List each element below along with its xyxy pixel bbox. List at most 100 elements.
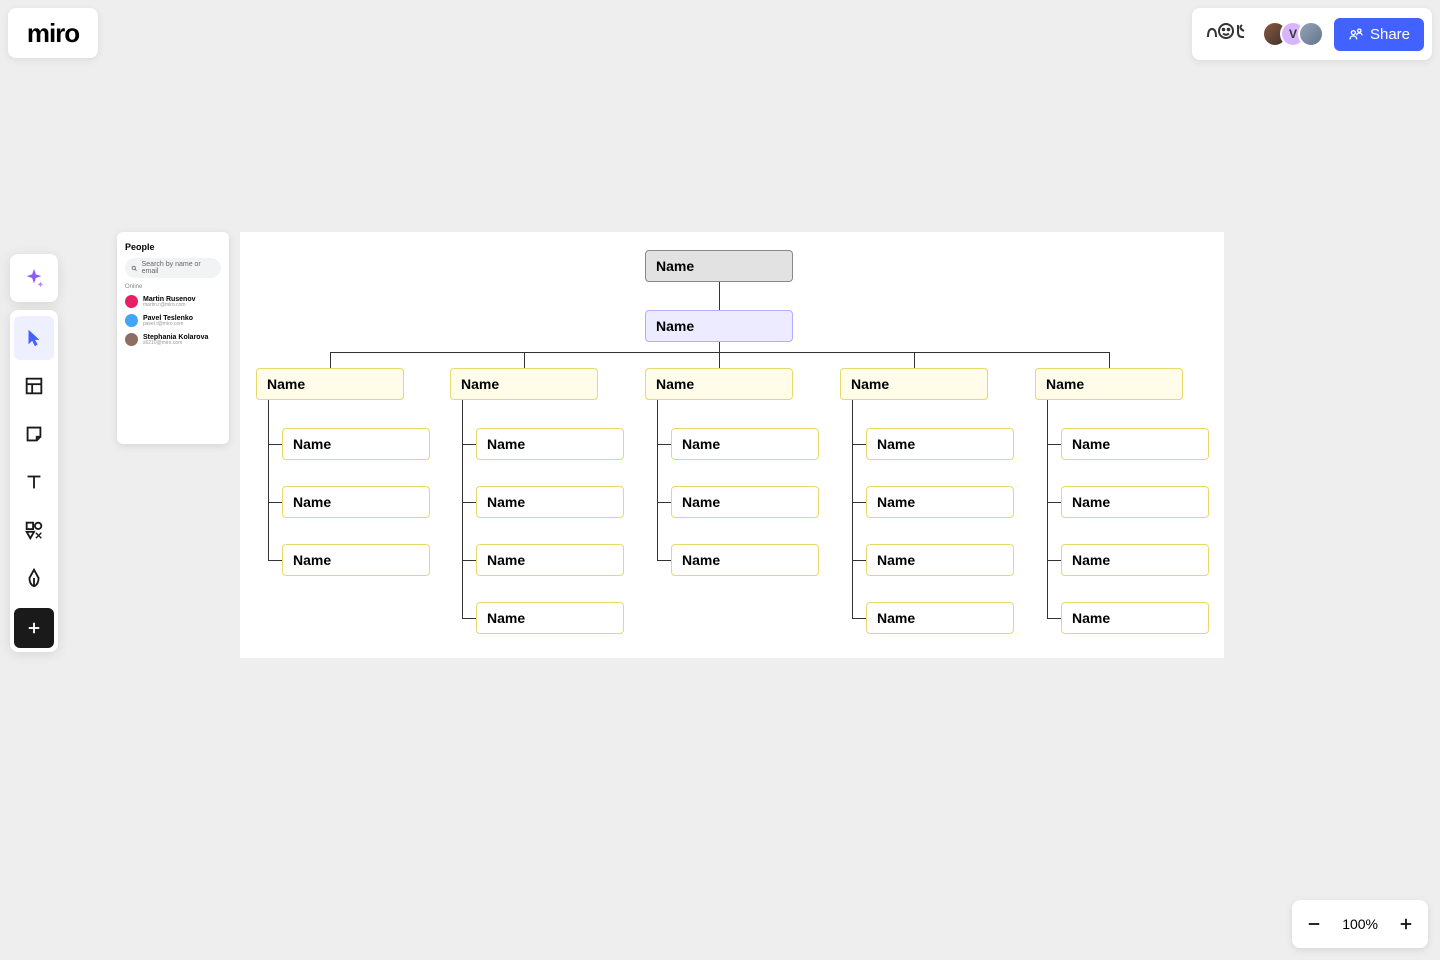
connector-line xyxy=(852,618,866,619)
connector-line xyxy=(268,560,282,561)
connector-line xyxy=(462,618,476,619)
connector-line xyxy=(268,502,282,503)
org-leaf-2-2[interactable]: Name xyxy=(671,544,819,576)
shapes-icon xyxy=(23,519,45,541)
zoom-out-button[interactable] xyxy=(1304,914,1324,934)
people-search[interactable]: Search by name or email xyxy=(125,258,221,278)
org-leaf-3-3[interactable]: Name xyxy=(866,602,1014,634)
logo-text: miro xyxy=(27,18,79,49)
zoom-in-button[interactable] xyxy=(1396,914,1416,934)
org-leaf-0-1[interactable]: Name xyxy=(282,486,430,518)
org-leaf-0-0[interactable]: Name xyxy=(282,428,430,460)
logo-card[interactable]: miro xyxy=(8,8,98,58)
people-section-label: Online xyxy=(125,284,221,290)
connector-line xyxy=(657,444,671,445)
person-avatar xyxy=(125,314,138,327)
plus-icon xyxy=(25,619,43,637)
person-email: martin.r@miro.com xyxy=(143,303,196,308)
org-leaf-4-1[interactable]: Name xyxy=(1061,486,1209,518)
header-right: V Share xyxy=(1192,8,1432,60)
person-row[interactable]: Martin Rusenovmartin.r@miro.com xyxy=(125,292,221,311)
avatar-user-3[interactable] xyxy=(1298,21,1324,47)
org-leaf-3-0[interactable]: Name xyxy=(866,428,1014,460)
sparkle-icon xyxy=(23,267,45,289)
connector-line xyxy=(524,352,525,368)
connector-line xyxy=(462,400,463,618)
org-leaf-4-3[interactable]: Name xyxy=(1061,602,1209,634)
connector-line xyxy=(1047,444,1061,445)
connector-line xyxy=(914,352,915,368)
tool-text[interactable] xyxy=(14,460,54,504)
connector-line xyxy=(330,352,331,368)
search-icon xyxy=(131,265,138,272)
cursor-icon xyxy=(23,327,45,349)
org-dept-4[interactable]: Name xyxy=(1035,368,1183,400)
connector-line xyxy=(657,560,671,561)
org-leaf-4-2[interactable]: Name xyxy=(1061,544,1209,576)
org-dept-0[interactable]: Name xyxy=(256,368,404,400)
org-root[interactable]: Name xyxy=(645,250,793,282)
connector-line xyxy=(1047,560,1061,561)
sticky-icon xyxy=(23,423,45,445)
org-leaf-1-1[interactable]: Name xyxy=(476,486,624,518)
reactions-icon[interactable] xyxy=(1200,19,1252,49)
connector-line xyxy=(719,342,720,352)
share-icon xyxy=(1348,26,1364,42)
person-info: Pavel Teslenkopavel.t@miro.com xyxy=(143,315,193,327)
org-leaf-1-2[interactable]: Name xyxy=(476,544,624,576)
person-info: Stephania Kolarovas6210@miro.com xyxy=(143,334,208,346)
person-row[interactable]: Stephania Kolarovas6210@miro.com xyxy=(125,330,221,349)
tool-ai[interactable] xyxy=(10,254,58,302)
connector-line xyxy=(852,502,866,503)
person-row[interactable]: Pavel Teslenkopavel.t@miro.com xyxy=(125,311,221,330)
org-dept-3[interactable]: Name xyxy=(840,368,988,400)
connector-line xyxy=(462,444,476,445)
connector-line xyxy=(268,444,282,445)
people-title: People xyxy=(125,242,221,252)
org-leaf-3-1[interactable]: Name xyxy=(866,486,1014,518)
connector-line xyxy=(719,282,720,310)
connector-line xyxy=(852,560,866,561)
person-avatar xyxy=(125,295,138,308)
people-panel: People Search by name or email Online Ma… xyxy=(117,232,229,444)
org-dept-2[interactable]: Name xyxy=(645,368,793,400)
org-leaf-2-1[interactable]: Name xyxy=(671,486,819,518)
avatar-group[interactable]: V xyxy=(1262,21,1324,47)
person-avatar xyxy=(125,333,138,346)
share-button[interactable]: Share xyxy=(1334,18,1424,51)
zoom-value[interactable]: 100% xyxy=(1342,916,1378,932)
person-email: s6210@miro.com xyxy=(143,341,208,346)
tool-sticky[interactable] xyxy=(14,412,54,456)
org-dept-1[interactable]: Name xyxy=(450,368,598,400)
org-leaf-1-3[interactable]: Name xyxy=(476,602,624,634)
frame-icon xyxy=(23,375,45,397)
left-toolbar xyxy=(10,310,58,652)
share-label: Share xyxy=(1370,26,1410,43)
tool-shapes[interactable] xyxy=(14,508,54,552)
org-leaf-4-0[interactable]: Name xyxy=(1061,428,1209,460)
person-info: Martin Rusenovmartin.r@miro.com xyxy=(143,296,196,308)
connector-line xyxy=(268,400,269,560)
org-sub[interactable]: Name xyxy=(645,310,793,342)
canvas[interactable]: Name Name Name Name Name Name Name Name Name Name… xyxy=(240,232,1224,658)
people-list: Martin Rusenovmartin.r@miro.com Pavel Tes… xyxy=(125,292,221,349)
pen-icon xyxy=(23,567,45,589)
connector-line xyxy=(657,400,658,560)
person-email: pavel.t@miro.com xyxy=(143,322,193,327)
org-leaf-3-2[interactable]: Name xyxy=(866,544,1014,576)
org-leaf-0-2[interactable]: Name xyxy=(282,544,430,576)
search-placeholder: Search by name or email xyxy=(142,261,215,275)
connector-line xyxy=(852,400,853,618)
minus-icon xyxy=(1305,915,1323,933)
tool-select[interactable] xyxy=(14,316,54,360)
connector-line xyxy=(462,560,476,561)
connector-line xyxy=(852,444,866,445)
connector-line xyxy=(657,502,671,503)
org-leaf-1-0[interactable]: Name xyxy=(476,428,624,460)
text-icon xyxy=(23,471,45,493)
tool-frame[interactable] xyxy=(14,364,54,408)
plus-icon xyxy=(1397,915,1415,933)
org-leaf-2-0[interactable]: Name xyxy=(671,428,819,460)
tool-add[interactable] xyxy=(14,608,54,648)
tool-pen[interactable] xyxy=(14,556,54,600)
